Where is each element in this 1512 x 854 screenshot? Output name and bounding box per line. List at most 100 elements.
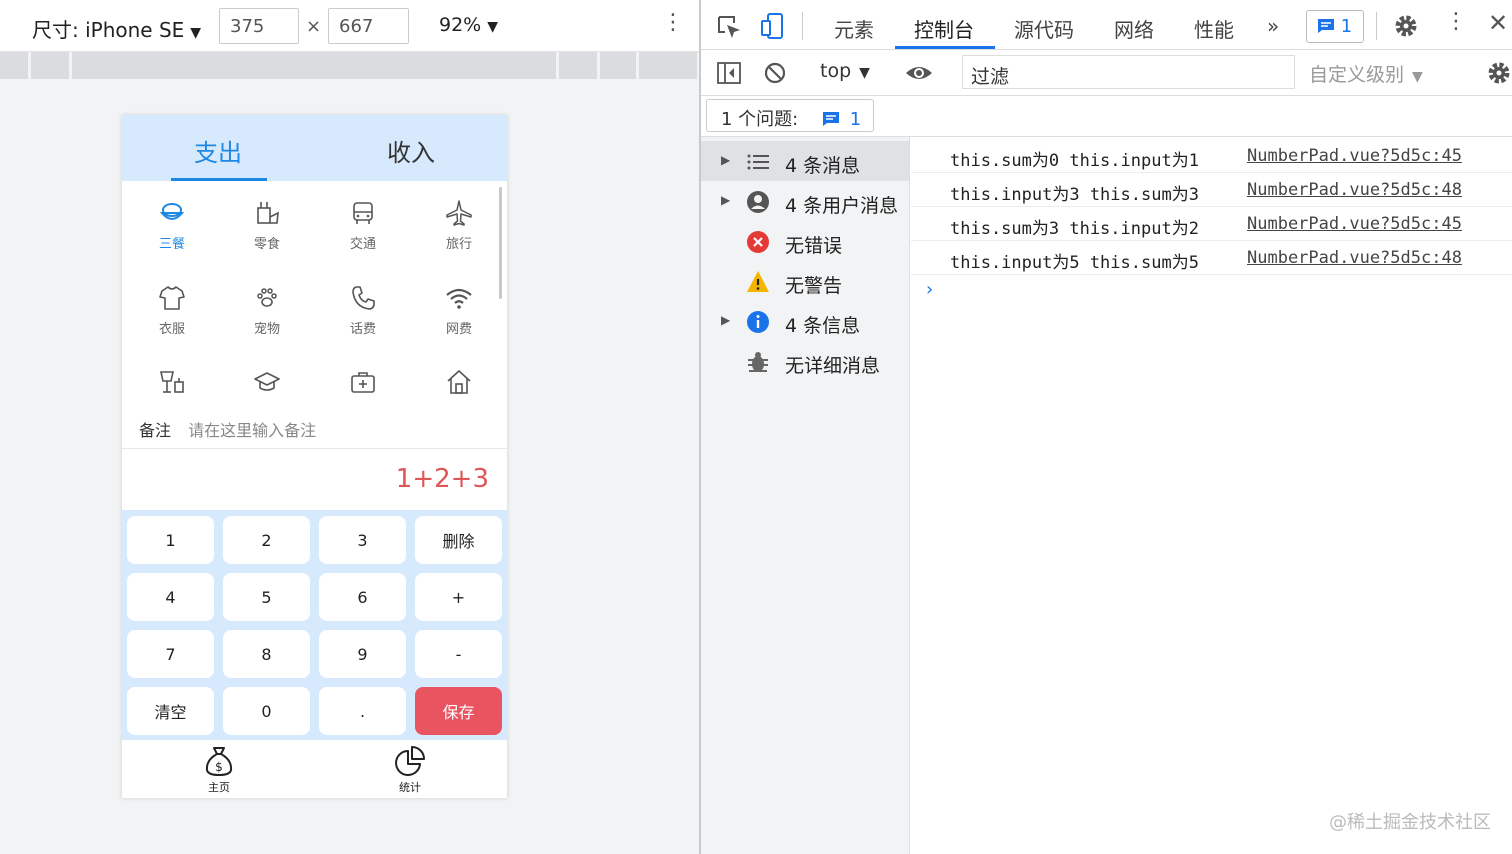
- media-query-bar[interactable]: [639, 52, 697, 79]
- minus-button[interactable]: -: [415, 630, 502, 678]
- context-select[interactable]: top ▼: [820, 60, 870, 82]
- category-clothes[interactable]: 衣服: [124, 284, 220, 337]
- nav-stats[interactable]: 统计: [380, 744, 440, 795]
- tab-sources[interactable]: 源代码: [1014, 14, 1074, 43]
- media-query-bar[interactable]: [559, 52, 597, 79]
- devtools-main-toolbar: 元素 控制台 源代码 网络 性能 » 1 ⋮ ✕: [701, 0, 1512, 50]
- more-options-icon[interactable]: ⋮: [662, 12, 684, 34]
- separator: [1376, 12, 1377, 40]
- expand-arrow-icon[interactable]: ▶: [721, 313, 730, 327]
- more-options-icon[interactable]: ⋮: [1445, 11, 1467, 33]
- sidebar-item-user-messages[interactable]: ▶ 4 条用户消息: [701, 181, 909, 221]
- media-query-bar[interactable]: [0, 52, 28, 79]
- media-query-bar[interactable]: [31, 52, 69, 79]
- category-phone-bill[interactable]: 话费: [315, 284, 411, 337]
- inspect-element-icon[interactable]: [716, 14, 742, 40]
- category-label: 三餐: [158, 237, 185, 252]
- tab-expense[interactable]: 支出: [122, 133, 314, 168]
- issues-count: 1: [849, 109, 862, 130]
- eye-icon[interactable]: [904, 61, 934, 85]
- category-internet[interactable]: 网费: [411, 284, 507, 337]
- log-source-link[interactable]: NumberPad.vue?5d5c:45: [1247, 214, 1462, 234]
- log-row: this.input为5 this.sum为5 NumberPad.vue?5d…: [911, 241, 1512, 275]
- log-source-link[interactable]: NumberPad.vue?5d5c:48: [1247, 248, 1462, 268]
- clear-button[interactable]: 清空: [127, 687, 214, 735]
- category-travel[interactable]: 旅行: [411, 199, 507, 252]
- console-prompt[interactable]: ›: [926, 279, 933, 300]
- log-source-link[interactable]: NumberPad.vue?5d5c:48: [1247, 180, 1462, 200]
- category-meal[interactable]: 三餐: [124, 199, 220, 252]
- issues-badge-count: 1: [1340, 16, 1353, 37]
- divider: [122, 448, 507, 449]
- category-label: 网费: [445, 322, 472, 337]
- key-2[interactable]: 2: [223, 516, 310, 564]
- chevron-down-icon: ▼: [1412, 69, 1423, 85]
- type-tabs: 支出 收入: [122, 115, 507, 181]
- device-size-select[interactable]: 尺寸: iPhone SE ▼: [32, 14, 201, 43]
- log-source-link[interactable]: NumberPad.vue?5d5c:45: [1247, 146, 1462, 166]
- media-query-bar[interactable]: [72, 52, 556, 79]
- note-label: 备注: [139, 421, 172, 440]
- sidebar-item-info[interactable]: ▶ 4 条信息: [701, 301, 909, 341]
- times-sign: ×: [306, 16, 322, 37]
- sidebar-item-warnings[interactable]: 无警告: [701, 261, 909, 301]
- category-medical[interactable]: [315, 368, 411, 402]
- category-housing[interactable]: [411, 368, 507, 402]
- key-8[interactable]: 8: [223, 630, 310, 678]
- sidebar-item-errors[interactable]: 无错误: [701, 221, 909, 261]
- error-icon: [747, 231, 769, 253]
- expand-arrow-icon[interactable]: ▶: [721, 153, 730, 167]
- expand-arrow-icon[interactable]: ▶: [721, 193, 730, 207]
- category-dining[interactable]: [124, 368, 220, 402]
- selected-tab-underline: [895, 46, 995, 49]
- media-query-bar[interactable]: [600, 52, 636, 79]
- zoom-select[interactable]: 92% ▼: [439, 14, 498, 36]
- tab-console[interactable]: 控制台: [914, 14, 974, 43]
- key-5[interactable]: 5: [223, 573, 310, 621]
- key-6[interactable]: 6: [319, 573, 406, 621]
- tab-performance[interactable]: 性能: [1194, 14, 1234, 43]
- log-levels-select[interactable]: 自定义级别 ▼: [1309, 60, 1423, 87]
- key-4[interactable]: 4: [127, 573, 214, 621]
- device-toolbar-icon[interactable]: [759, 12, 787, 40]
- sidebar-toggle-icon[interactable]: [716, 60, 742, 86]
- key-0[interactable]: 0: [223, 687, 310, 735]
- issues-label: 1 个问题:: [721, 109, 799, 130]
- tab-network[interactable]: 网络: [1114, 14, 1154, 43]
- filter-input[interactable]: 过滤: [962, 55, 1295, 89]
- category-education[interactable]: [219, 368, 315, 402]
- delete-button[interactable]: 删除: [415, 516, 502, 564]
- warning-icon: [747, 271, 769, 292]
- category-snack[interactable]: 零食: [219, 199, 315, 252]
- sidebar-item-verbose[interactable]: 无详细消息: [701, 341, 909, 381]
- house-icon: [447, 370, 471, 394]
- log-row: this.sum为0 this.input为1 NumberPad.vue?5d…: [911, 139, 1512, 173]
- note-row: 备注 请在这里输入备注: [139, 417, 316, 441]
- bug-icon: [748, 352, 768, 372]
- gear-icon[interactable]: [1393, 13, 1419, 39]
- device-width-input[interactable]: 375: [219, 8, 299, 44]
- plus-button[interactable]: +: [415, 573, 502, 621]
- clear-console-icon[interactable]: [762, 60, 788, 86]
- issues-bar: 1 个问题: 1: [701, 96, 1512, 137]
- sidebar-item-messages[interactable]: ▶ 4 条消息: [701, 141, 909, 181]
- category-pet[interactable]: 宠物: [219, 284, 315, 337]
- issues-badge[interactable]: 1: [1306, 10, 1364, 43]
- close-icon[interactable]: ✕: [1488, 11, 1508, 35]
- dot-button[interactable]: .: [319, 687, 406, 735]
- console-settings-icon[interactable]: [1486, 60, 1512, 86]
- category-transport[interactable]: 交通: [315, 199, 411, 252]
- tab-income[interactable]: 收入: [315, 133, 507, 168]
- more-tabs-icon[interactable]: »: [1267, 14, 1279, 38]
- issues-button[interactable]: 1 个问题: 1: [706, 99, 874, 132]
- key-1[interactable]: 1: [127, 516, 214, 564]
- device-height-input[interactable]: 667: [328, 8, 409, 44]
- key-3[interactable]: 3: [319, 516, 406, 564]
- key-7[interactable]: 7: [127, 630, 214, 678]
- key-9[interactable]: 9: [319, 630, 406, 678]
- note-input[interactable]: 请在这里输入备注: [188, 421, 316, 440]
- tab-elements[interactable]: 元素: [834, 14, 874, 43]
- nav-home[interactable]: $ 主页: [189, 744, 249, 795]
- message-icon: [822, 112, 839, 126]
- save-button[interactable]: 保存: [415, 687, 502, 735]
